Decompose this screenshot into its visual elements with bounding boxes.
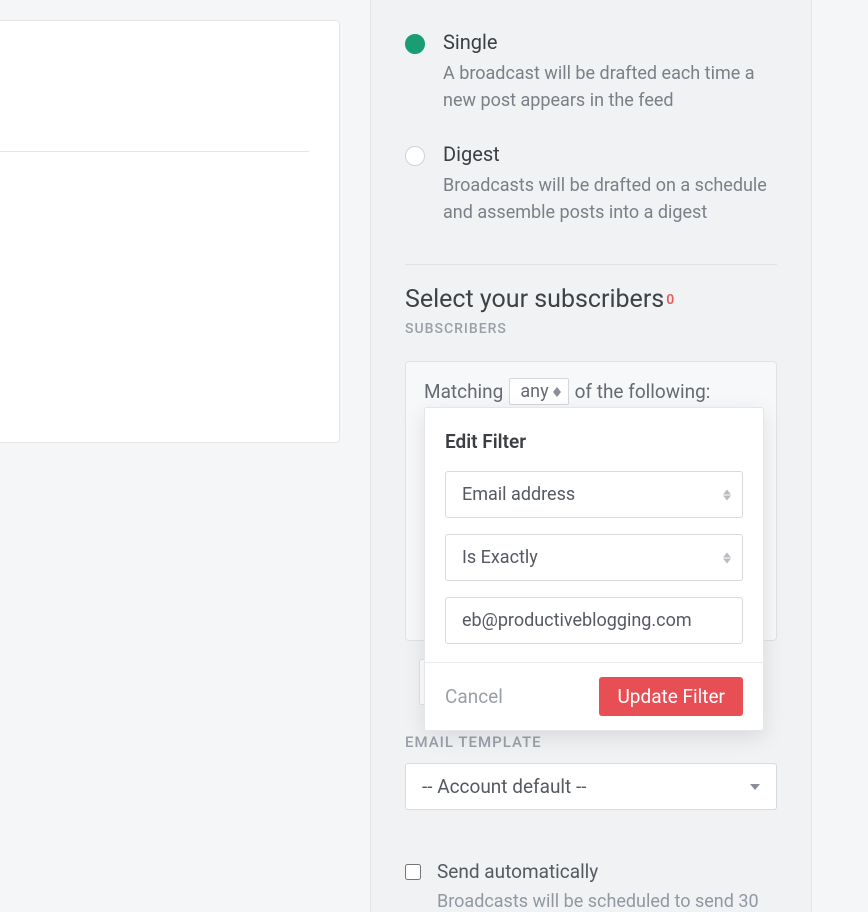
matching-mode-select[interactable]: any — [509, 378, 568, 405]
filter-field-value: Email address — [462, 484, 575, 505]
filter-rules-box: Matching any of the following: Edit Filt… — [405, 361, 777, 641]
radio-icon — [405, 146, 425, 166]
filter-field-select[interactable]: Email address — [445, 471, 743, 518]
subscriber-count-label: SUBSCRIBERS — [405, 321, 507, 337]
chevron-down-icon — [750, 784, 760, 790]
email-template-label: EMAIL TEMPLATE — [405, 733, 777, 751]
radio-label: Digest — [443, 142, 773, 166]
popover-title: Edit Filter — [445, 430, 743, 453]
sort-caret-icon — [723, 552, 731, 563]
radio-option-single[interactable]: Single A broadcast will be drafted each … — [405, 30, 777, 114]
update-filter-button[interactable]: Update Filter — [599, 677, 743, 716]
settings-panel: Single A broadcast will be drafted each … — [370, 0, 812, 912]
heading-text: Select your subscribers — [405, 285, 664, 314]
send-automatically-label: Send automatically — [437, 860, 598, 883]
subscriber-count: 0 — [666, 292, 675, 308]
send-automatically-description: Broadcasts will be scheduled to send 30 — [437, 891, 777, 912]
radio-label: Single — [443, 30, 773, 54]
matching-mode-value: any — [520, 381, 548, 402]
spacer — [0, 152, 309, 402]
divider — [405, 264, 777, 265]
email-template-select[interactable]: -- Account default -- — [405, 763, 777, 810]
filter-value-input[interactable] — [445, 597, 743, 644]
left-sidebar-card — [0, 20, 340, 443]
subscribers-heading: Select your subscribers0 SUBSCRIBERS — [405, 285, 777, 343]
filter-operator-value: Is Exactly — [462, 547, 538, 568]
filter-operator-select[interactable]: Is Exactly — [445, 534, 743, 581]
cancel-button[interactable]: Cancel — [445, 685, 503, 708]
radio-option-digest[interactable]: Digest Broadcasts will be drafted on a s… — [405, 142, 777, 226]
email-template-value: -- Account default -- — [422, 775, 587, 798]
radio-icon — [405, 34, 425, 54]
sort-caret-icon — [723, 489, 731, 500]
edit-filter-popover: Edit Filter Email address Is Exactly — [424, 407, 764, 731]
send-automatically-checkbox[interactable] — [405, 864, 421, 880]
matching-post: of the following: — [575, 380, 711, 403]
matching-line: Matching any of the following: — [424, 378, 758, 405]
send-automatically-row[interactable]: Send automatically — [405, 860, 777, 883]
sort-caret-icon — [552, 387, 562, 397]
radio-description: A broadcast will be drafted each time a … — [443, 60, 773, 114]
matching-pre: Matching — [424, 380, 503, 403]
radio-description: Broadcasts will be drafted on a schedule… — [443, 172, 773, 226]
broadcast-type-group: Single A broadcast will be drafted each … — [405, 30, 777, 226]
